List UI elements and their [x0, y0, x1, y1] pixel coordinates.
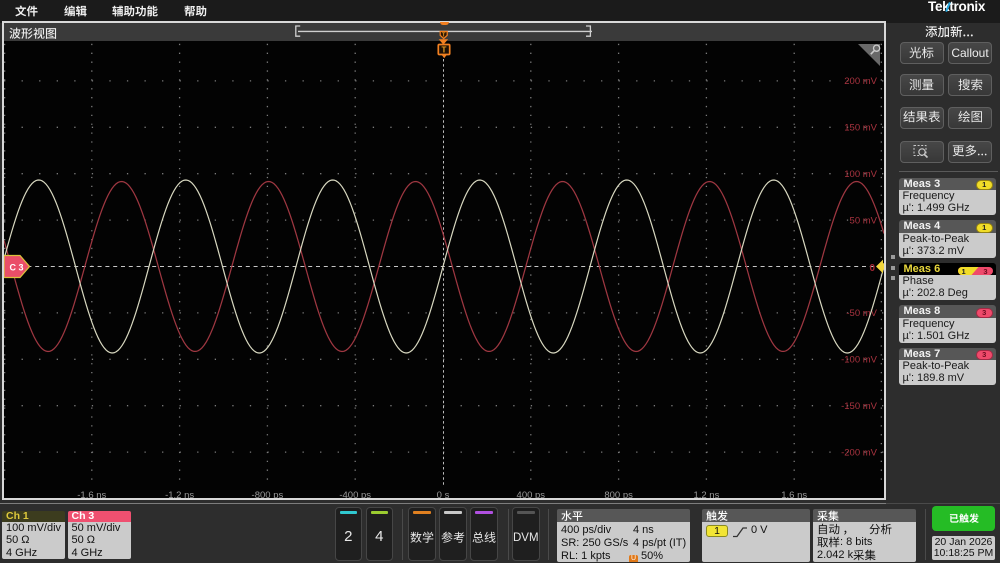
svg-text:50 mV: 50 mV [850, 215, 878, 226]
svg-text:-1.2 ns: -1.2 ns [165, 490, 194, 498]
svg-text:-50 mV: -50 mV [846, 308, 877, 319]
svg-text:1.6 ns: 1.6 ns [781, 490, 807, 498]
svg-text:-100 mV: -100 mV [841, 355, 878, 366]
svg-text:-400 ps: -400 ps [339, 490, 371, 498]
svg-text:150 mV: 150 mV [844, 123, 877, 134]
svg-text:1.2 ns: 1.2 ns [693, 490, 719, 498]
svg-text:-200 mV: -200 mV [841, 447, 878, 458]
svg-text:C 3: C 3 [9, 262, 23, 272]
svg-text:0: 0 [869, 263, 875, 274]
svg-text:-150 mV: -150 mV [841, 401, 878, 412]
svg-text:800 ps: 800 ps [604, 490, 633, 498]
svg-text:T: T [442, 46, 447, 55]
svg-text:100 mV: 100 mV [844, 169, 877, 180]
svg-text:-800 ps: -800 ps [252, 490, 284, 498]
svg-text:0 s: 0 s [437, 490, 450, 498]
svg-text:400 ps: 400 ps [517, 490, 546, 498]
svg-text:200 mV: 200 mV [844, 76, 877, 87]
svg-text:-1.6 ns: -1.6 ns [77, 490, 106, 498]
